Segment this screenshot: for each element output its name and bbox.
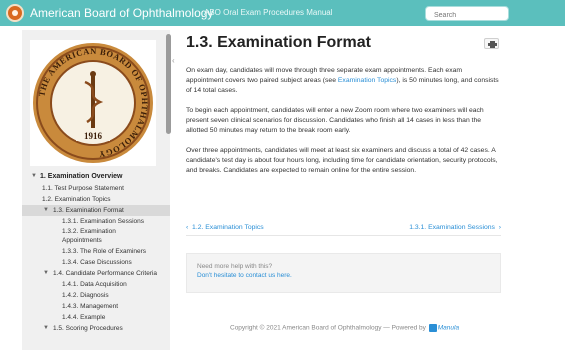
chevron-down-icon[interactable]: ▼ (43, 269, 49, 278)
manula-logo-icon (428, 324, 437, 332)
top-bar: American Board of Ophthalmology ABO Oral… (0, 0, 565, 26)
toc-item[interactable]: 1.3.2. Examination Appointments (22, 226, 170, 246)
manual-title[interactable]: ABO Oral Exam Procedures Manual (204, 8, 333, 17)
seal-image: THE AMERICAN BOARD OF OPHTHALMOLOGY 1916 (30, 40, 156, 166)
paragraph: On exam day, candidates will move throug… (186, 67, 499, 94)
toc-item[interactable]: 1.4.1. Data Acquisition (22, 279, 170, 290)
abo-seal-icon: THE AMERICAN BOARD OF OPHTHALMOLOGY 1916 (33, 43, 153, 163)
manula-link[interactable]: Manula (438, 325, 459, 332)
toc-item[interactable]: 1.1. Test Purpose Statement (22, 183, 170, 194)
toc-item[interactable]: ▼ 1.4. Candidate Performance Criteria (22, 268, 170, 279)
toc-item[interactable]: 1.3.4. Case Discussions (22, 257, 170, 268)
page-title: 1.3. Examination Format (186, 34, 371, 51)
toc-item-active[interactable]: ▼ 1.3. Examination Format (22, 205, 170, 216)
sidebar-collapse-icon[interactable]: ‹ (172, 56, 178, 65)
next-page-link[interactable]: 1.3.1. Examination Sessions › (409, 224, 501, 231)
toc-item[interactable]: 1.3.3. The Role of Examiners (22, 246, 170, 257)
chevron-down-icon[interactable]: ▼ (43, 324, 49, 333)
help-question: Need more help with this? (197, 263, 273, 270)
toc-item[interactable]: 1.4.3. Management (22, 301, 170, 312)
page-navigation: ‹ 1.2. Examination Topics 1.3.1. Examina… (186, 222, 501, 236)
print-button[interactable] (484, 38, 499, 49)
toc-item[interactable]: 1.2. Examination Topics (22, 194, 170, 205)
chevron-down-icon[interactable]: ▼ (31, 172, 37, 181)
toc-item[interactable]: 1.3.1. Examination Sessions (22, 216, 170, 226)
contact-link[interactable]: Don't hesitate to contact us here. (197, 271, 500, 280)
brand-title[interactable]: American Board of Ophthalmology (30, 6, 213, 20)
toc-nav: ▼ 1. Examination Overview 1.1. Test Purp… (22, 170, 170, 334)
previous-page-link[interactable]: ‹ 1.2. Examination Topics (186, 224, 264, 231)
paragraph: To begin each appointment, candidates wi… (186, 107, 484, 134)
toc-item[interactable]: ▼ 1.5. Scoring Procedures (22, 323, 170, 334)
chevron-down-icon[interactable]: ▼ (43, 206, 49, 215)
abo-logo-icon[interactable] (6, 4, 24, 22)
examination-topics-link[interactable]: Examination Topics (338, 77, 396, 84)
search-input[interactable] (425, 6, 509, 21)
svg-text:1916: 1916 (84, 131, 103, 141)
toc-item[interactable]: ▼ 1. Examination Overview (22, 170, 170, 183)
sidebar: THE AMERICAN BOARD OF OPHTHALMOLOGY 1916… (22, 30, 170, 350)
toc-item[interactable]: 1.4.4. Example (22, 312, 170, 323)
help-box: Need more help with this? Don't hesitate… (186, 253, 501, 293)
print-icon (488, 41, 497, 48)
sidebar-scrollbar[interactable] (166, 34, 171, 134)
toc-item[interactable]: 1.4.2. Diagnosis (22, 290, 170, 301)
paragraph: Over three appointments, candidates will… (186, 147, 498, 174)
footer: Copyright © 2021 American Board of Ophth… (230, 324, 460, 332)
